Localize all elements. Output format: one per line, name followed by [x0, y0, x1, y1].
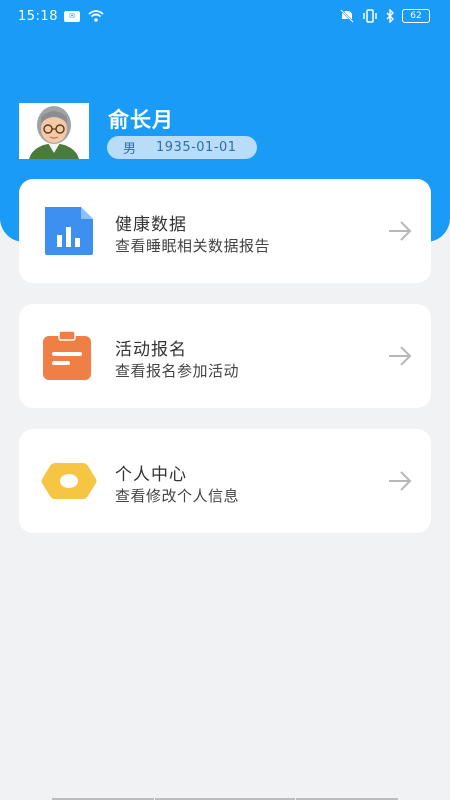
user-info-badge: 男 1935-01-01 [107, 136, 257, 159]
card-subtitle: 查看睡眠相关数据报告 [115, 237, 271, 255]
notification-badge-icon: ✉ [64, 10, 80, 22]
status-bar: 15:18 ✉ 62 [0, 0, 450, 34]
avatar[interactable] [19, 103, 89, 159]
user-name: 俞长月 [108, 108, 174, 132]
personal-center-card[interactable]: 个人中心 查看修改个人信息 [19, 429, 431, 533]
user-gender: 男 [123, 142, 137, 157]
wifi-icon [88, 10, 104, 22]
health-data-card[interactable]: 健康数据 查看睡眠相关数据报告 [19, 179, 431, 283]
status-time: 15:18 [18, 9, 58, 24]
elderly-man-avatar-icon [19, 103, 89, 159]
user-birthdate: 1935-01-01 [156, 140, 237, 155]
status-right-icons: 62 [339, 9, 430, 23]
hexagon-icon [41, 463, 97, 499]
clipboard-icon [43, 330, 91, 380]
card-title: 活动报名 [115, 340, 187, 360]
card-subtitle: 查看修改个人信息 [115, 487, 240, 505]
mute-icon [340, 9, 354, 23]
card-title: 个人中心 [115, 465, 187, 485]
card-title: 健康数据 [115, 215, 187, 235]
vibrate-icon [363, 9, 377, 23]
arrow-right-icon [389, 471, 412, 491]
arrow-right-icon [389, 221, 412, 241]
arrow-right-icon [389, 346, 412, 366]
status-left-icons: ✉ [64, 10, 104, 22]
activity-signup-card[interactable]: 活动报名 查看报名参加活动 [19, 304, 431, 408]
battery-indicator: 62 [402, 9, 430, 23]
chart-icon [45, 207, 93, 255]
card-subtitle: 查看报名参加活动 [115, 362, 240, 380]
bluetooth-icon [386, 9, 394, 23]
